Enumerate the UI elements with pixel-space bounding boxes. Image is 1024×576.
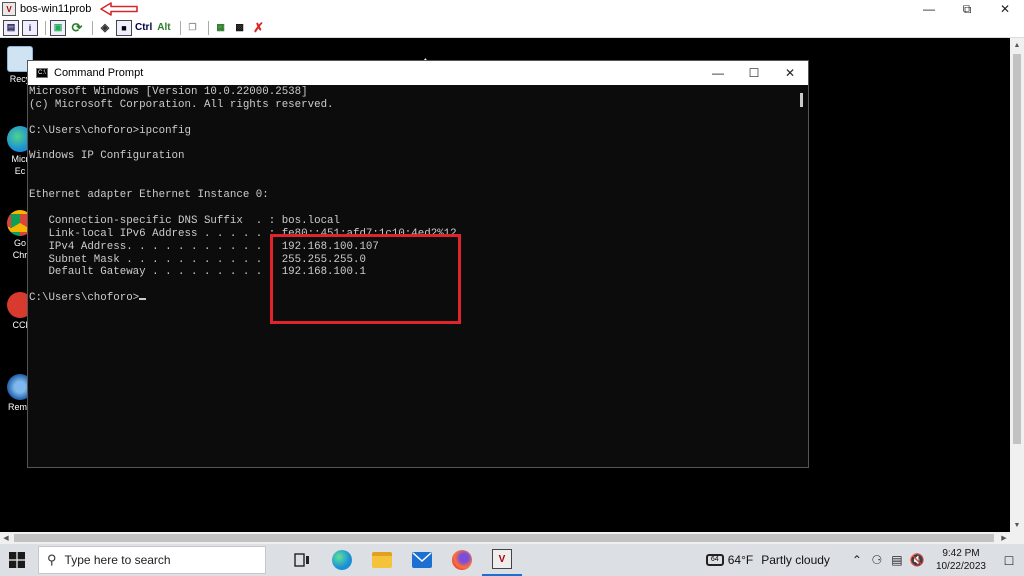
vnc-vertical-scrollbar[interactable]: ▲ ▼ [1010,38,1024,532]
weather-temperature[interactable]: 64°F [728,553,753,567]
cmd-title: Command Prompt [54,67,144,79]
taskbar: ⚲ Type here to search V 64 64°F Partly c… [0,544,1024,576]
ctrl-alt-del-icon[interactable]: ◈ [97,20,113,36]
vnc-app-icon[interactable]: V [2,2,16,16]
network-icon[interactable]: ▤ [888,553,906,567]
disconnect-icon[interactable]: ✗ [251,20,267,36]
vnc-app-icon: V [492,549,512,569]
red-arrow-annotation-icon [100,2,139,16]
search-icon: ⚲ [47,552,57,567]
vnc-horizontal-scrollbar[interactable]: ◀ ▶ [0,532,1010,544]
taskbar-search-box[interactable]: ⚲ Type here to search [38,546,266,574]
connection-options-icon[interactable]: ▤ [3,19,19,36]
scroll-up-icon[interactable]: ▲ [1010,38,1024,52]
fullscreen-icon[interactable]: ▣ [50,19,66,36]
connection-info-icon[interactable]: i [22,19,38,36]
console-line: Windows IP Configuration [29,150,185,163]
vnc-close-button[interactable]: ✕ [986,0,1024,18]
vnc-minimize-button[interactable]: — [910,0,948,18]
refresh-icon[interactable]: ⟳ [69,20,85,36]
vnc-restore-button[interactable]: ⧉ [948,0,986,18]
save-icon[interactable]: ▩ [232,20,248,36]
command-prompt-window[interactable]: C:\ Command Prompt — ☐ ✕ Microsoft Windo… [27,60,809,468]
taskbar-firefox-button[interactable] [442,544,482,576]
folder-icon [372,552,392,568]
weather-description[interactable]: Partly cloudy [761,553,830,567]
task-view-icon [294,553,309,567]
console-line: Ethernet adapter Ethernet Instance 0: [29,189,269,202]
remote-desktop[interactable]: Recy Micr Ec Go Chr CCl Remo ↕ C:\ Comma… [0,38,1010,532]
cmd-scrollbar-thumb[interactable] [800,93,803,107]
console-line: Microsoft Windows [Version 10.0.22000.25… [29,86,308,98]
transfer-files-icon[interactable]: ▦ [213,20,229,36]
taskbar-file-explorer-button[interactable] [362,544,402,576]
task-view-button[interactable] [282,544,322,576]
search-placeholder: Type here to search [64,553,171,567]
vnc-vertical-scroll-thumb[interactable] [1013,54,1021,444]
edge-icon [332,550,352,570]
cmd-titlebar[interactable]: C:\ Command Prompt — ☐ ✕ [28,61,808,85]
red-highlight-box [270,234,461,324]
windows-logo-icon [9,552,25,568]
taskbar-edge-button[interactable] [322,544,362,576]
start-button[interactable] [0,544,34,576]
notification-center-icon[interactable]: □ [994,544,1024,576]
cmd-app-icon: C:\ [36,68,48,78]
cmd-maximize-button[interactable]: ☐ [736,61,772,85]
clipboard-icon[interactable]: ❐ [185,20,201,36]
clock-time: 9:42 PM [942,548,980,559]
cmd-minimize-button[interactable]: — [700,61,736,85]
cmd-close-button[interactable]: ✕ [772,61,808,85]
scroll-down-icon[interactable]: ▼ [1010,518,1024,532]
taskbar-clock[interactable]: 9:42 PM 10/22/2023 [936,547,986,573]
vnc-window-titlebar: V bos-win11prob — ⧉ ✕ [0,0,1024,18]
console-prompt: C:\Users\choforo> [29,292,140,305]
clock-date: 10/22/2023 [935,561,986,572]
taskbar-vnc-button[interactable]: V [482,544,522,576]
scroll-left-icon[interactable]: ◀ [0,532,12,544]
vnc-window-title: bos-win11prob [20,3,92,15]
security-icon[interactable]: ⚆ [868,553,886,567]
cmd-scrollbar[interactable] [796,85,808,467]
weather-icon[interactable]: 64 [705,554,724,566]
console-line: C:\Users\choforo>ipconfig [29,124,191,137]
taskbar-mail-button[interactable] [402,544,442,576]
mail-icon [412,552,432,568]
start-menu-key-icon[interactable]: ■ [116,19,132,36]
vnc-toolbar: ▤ i ▣ ⟳ ◈ ■ Ctrl Alt ❐ ▦ ▩ ✗ [0,18,1024,38]
vnc-horizontal-scroll-thumb[interactable] [14,534,994,542]
console-line: (c) Microsoft Corporation. All rights re… [29,98,334,111]
firefox-icon [452,550,472,570]
console-line: Connection-specific DNS Suffix . : bos.l… [29,214,341,227]
volume-muted-icon[interactable]: 🔇 [908,553,926,567]
ctrl-key-button[interactable]: Ctrl [135,22,152,33]
show-hidden-icons-chevron-icon[interactable]: ⌃ [848,553,866,567]
scroll-right-icon[interactable]: ▶ [998,532,1010,544]
alt-key-button[interactable]: Alt [157,22,170,33]
text-cursor [139,298,147,301]
system-tray: 64 64°F Partly cloudy ⌃ ⚆ ▤ 🔇 9:42 PM 10… [705,544,1024,576]
